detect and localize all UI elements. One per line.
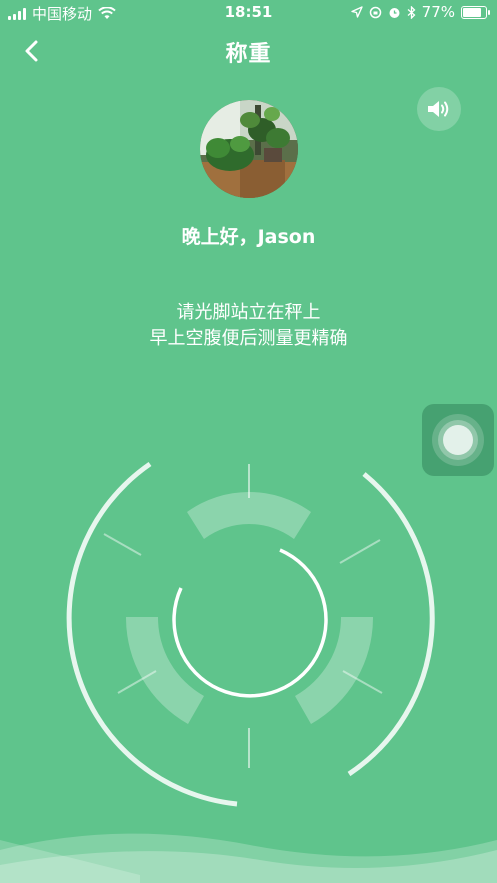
dial-segment-top: [187, 491, 311, 539]
battery-percent: 77%: [421, 3, 455, 21]
battery-fill: [463, 7, 482, 17]
alarm-icon: [389, 7, 400, 18]
page-title: 称重: [225, 42, 272, 67]
speaker-icon: [428, 101, 449, 117]
instruction-line-1: 请光脚站立在秤上: [176, 302, 321, 323]
status-right: 77%: [350, 3, 490, 21]
rotation-lock-icon: [369, 6, 381, 18]
avatar-photo: [200, 100, 298, 198]
instruction-line-2: 早上空腹便后测量更精确: [149, 328, 348, 349]
bluetooth-icon: [407, 5, 416, 19]
instructions: 请光脚站立在秤上 早上空腹便后测量更精确: [0, 300, 497, 352]
greeting-text: 晚上好，Jason: [181, 226, 316, 248]
sound-button[interactable]: [417, 87, 461, 131]
avatar[interactable]: [200, 100, 298, 198]
bottom-waves: [0, 833, 497, 883]
dial-tick-upper-left: [103, 533, 142, 556]
location-icon: [350, 6, 363, 18]
battery-icon: [461, 5, 490, 19]
dial-tick-upper-right: [339, 539, 381, 564]
dial-inner-ring: [172, 548, 328, 698]
status-bar: 中国移动 18:51 77%: [0, 0, 497, 26]
scale-dial: [66, 461, 435, 807]
